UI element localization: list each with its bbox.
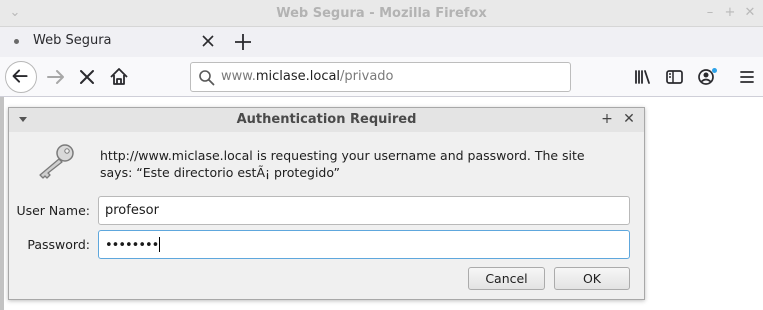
account-button[interactable] [690,61,722,93]
tab-close-icon[interactable] [199,32,217,50]
tab-strip: Web Segura [0,27,763,57]
window-titlebar: ⌄ Web Segura - Mozilla Firefox – + ✕ [0,0,763,27]
window-title: Web Segura - Mozilla Firefox [276,6,487,21]
page-left-edge [0,97,4,310]
ok-button[interactable]: OK [554,267,630,290]
username-label: User Name: [16,203,90,218]
forward-button[interactable] [40,61,72,93]
password-label: Password: [27,237,90,252]
stop-icon [80,70,94,84]
dialog-title: Authentication Required [236,112,417,127]
forward-arrow-icon [47,70,64,84]
new-tab-icon[interactable] [232,31,254,53]
home-button[interactable] [103,61,135,93]
password-field[interactable]: •••••••• [98,230,630,259]
url-bar[interactable]: www.miclase.local/privado [190,62,571,92]
tab-web-segura[interactable]: Web Segura [0,27,226,56]
dialog-message: http://www.miclase.local is requesting y… [100,148,585,180]
stop-button[interactable] [71,61,103,93]
maximize-icon[interactable]: + [721,4,739,22]
account-icon [698,69,714,85]
account-notification-dot [712,68,717,73]
url-host: miclase.local [255,69,341,84]
back-arrow-icon [12,69,28,83]
text-caret [159,237,161,252]
password-value-wrap: •••••••• [105,237,161,253]
dialog-titlebar: Authentication Required + ✕ [9,108,644,132]
back-button[interactable] [5,61,37,93]
library-icon [635,70,650,84]
username-value: profesor [105,203,159,218]
hamburger-menu-icon [740,71,754,83]
sidebar-icon [666,70,683,84]
auth-dialog: Authentication Required + ✕ http://www.m… [8,107,645,300]
library-button[interactable] [627,61,659,93]
username-field[interactable]: profesor [98,196,630,225]
minimize-icon[interactable]: – [701,4,719,22]
home-icon [110,68,128,85]
tab-label: Web Segura [33,33,112,48]
password-value: •••••••• [105,238,159,253]
key-icon [39,144,74,179]
dialog-maximize-icon[interactable]: + [599,111,615,127]
menu-button[interactable] [731,61,763,93]
tab-loading-dot-icon [14,39,19,44]
url-prefix: www. [221,69,256,84]
search-icon [199,70,215,86]
cancel-button[interactable]: Cancel [468,267,545,290]
sidebar-button[interactable] [658,61,690,93]
dialog-close-icon[interactable]: ✕ [621,111,637,127]
url-text: www.miclase.local/privado [221,69,394,84]
url-path: /privado [340,69,394,84]
close-window-icon[interactable]: ✕ [741,4,759,22]
nav-toolbar: www.miclase.local/privado [0,57,763,97]
